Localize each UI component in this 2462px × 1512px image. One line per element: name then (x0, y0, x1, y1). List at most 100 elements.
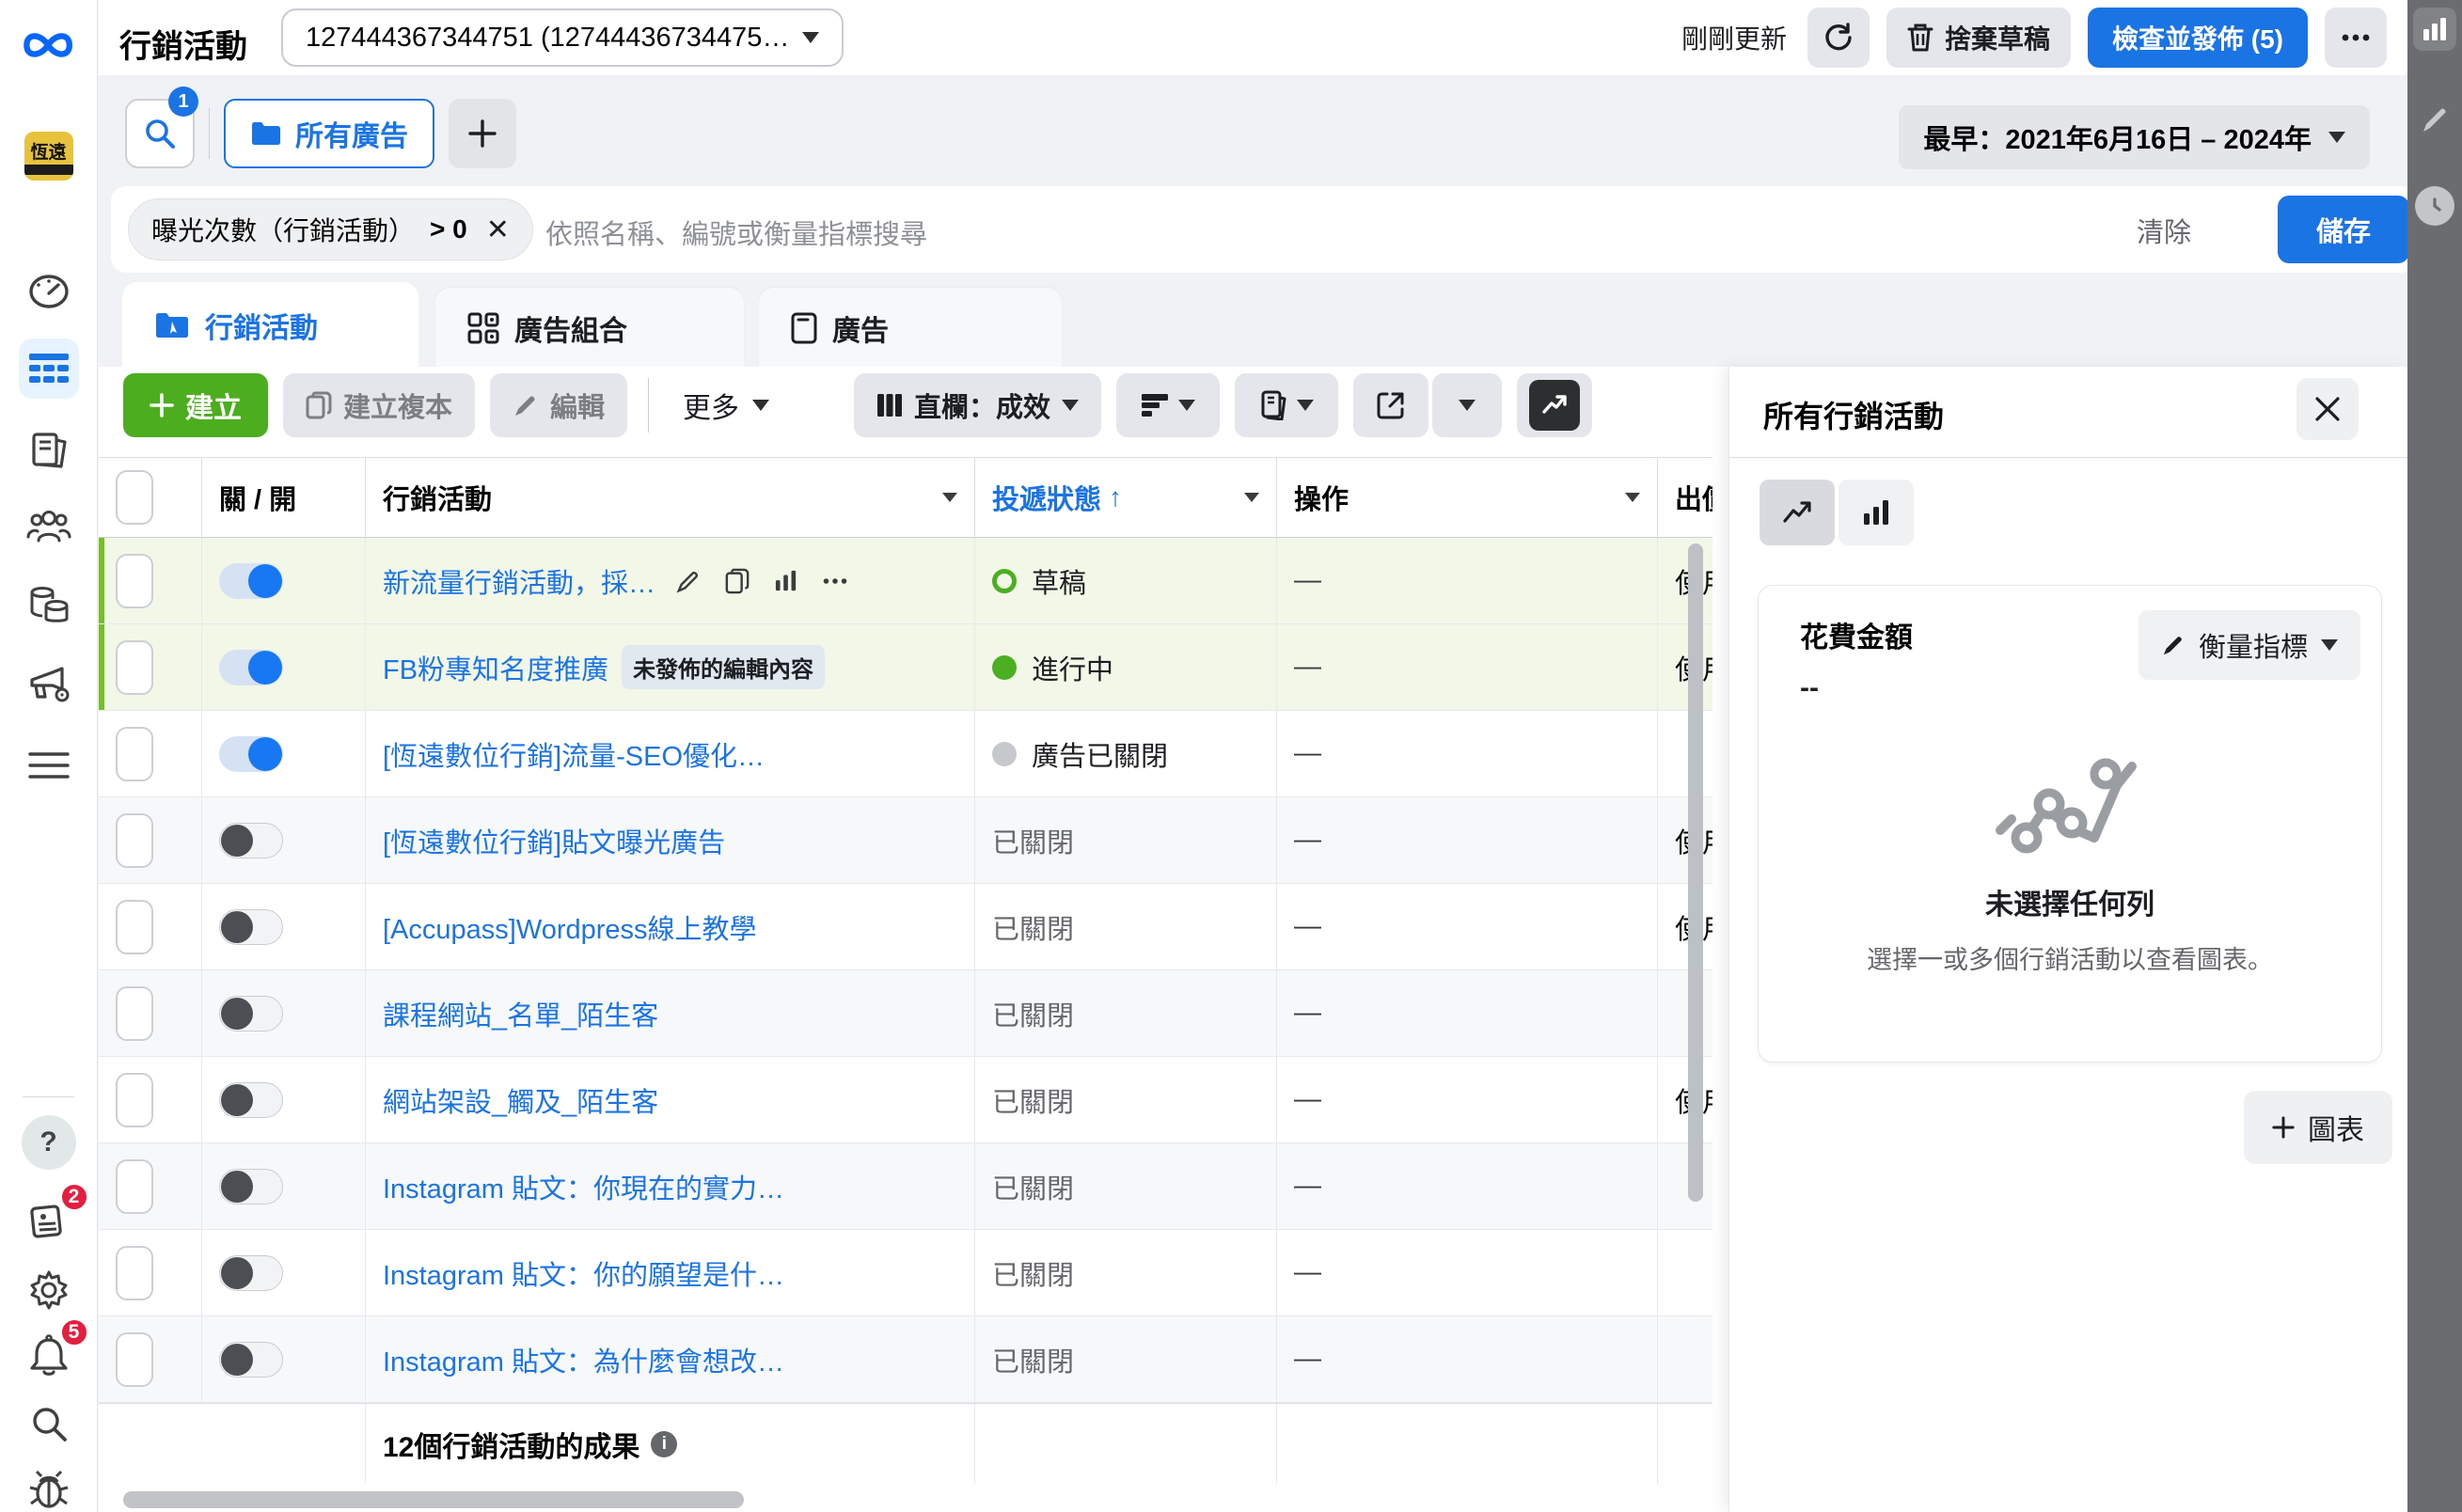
account-avatar[interactable]: 恆遠 (24, 132, 73, 181)
save-filters-button[interactable]: 儲存 (2278, 196, 2409, 263)
tab-adsets[interactable]: 廣告組合 (435, 288, 744, 369)
campaign-toggle[interactable] (219, 563, 283, 599)
history-clock-icon[interactable] (2415, 186, 2454, 226)
meta-logo-icon[interactable] (20, 17, 78, 73)
row-checkbox[interactable] (116, 640, 153, 695)
tab-ads[interactable]: 廣告 (759, 288, 1062, 369)
campaign-row[interactable]: Instagram 貼文：為什麼會想改變自己？改變自… 已關閉 — (99, 1316, 1712, 1403)
edit-pencil-icon[interactable] (2416, 102, 2454, 139)
more-options-button[interactable] (2325, 8, 2387, 68)
all-ads-folder-tab[interactable]: 所有廣告 (224, 99, 434, 168)
discard-draft-button[interactable]: 捨棄草稿 (1886, 8, 2071, 68)
overview-gauge-icon[interactable] (19, 261, 79, 322)
export-options-button[interactable] (1432, 373, 1502, 437)
campaign-name-link[interactable]: FB粉專知名度推廣 (383, 648, 608, 687)
reports-button[interactable] (1235, 373, 1338, 437)
charts-toggle-button[interactable] (1517, 373, 1592, 437)
header-delivery[interactable]: 投遞狀態 (992, 478, 1101, 517)
row-checkbox[interactable] (116, 727, 153, 781)
notifications-bell-icon[interactable]: 5 (19, 1326, 79, 1386)
row-hover-actions[interactable] (676, 568, 847, 594)
select-all-checkbox[interactable] (116, 470, 153, 525)
header-name[interactable]: 行銷活動 (383, 478, 492, 517)
campaign-toggle[interactable] (219, 909, 283, 945)
report-bug-icon[interactable] (19, 1459, 79, 1512)
campaign-name-link[interactable]: 網站架設_觸及_陌生客 (383, 1080, 658, 1120)
campaign-name-link[interactable]: Instagram 貼文：為什麼會想改變自己？改變自… (383, 1340, 787, 1379)
campaign-row[interactable]: 網站架設_觸及_陌生客 已關閉 — 使用 (99, 1057, 1712, 1143)
row-checkbox[interactable] (116, 554, 153, 608)
whats-new-icon[interactable]: 2 (19, 1190, 79, 1251)
tab-campaigns[interactable]: 行銷活動 (122, 282, 418, 369)
chevron-down-icon[interactable] (1244, 493, 1259, 502)
row-checkbox[interactable] (116, 986, 153, 1041)
row-checkbox[interactable] (116, 1073, 153, 1127)
campaign-name-link[interactable]: Instagram 貼文：你現在的實力有可能能夠達到… (383, 1167, 787, 1206)
campaign-name-link[interactable]: [恆遠數位行銷]貼文曝光廣告 (383, 821, 725, 860)
row-checkbox[interactable] (116, 1246, 153, 1300)
info-icon[interactable]: i (651, 1431, 677, 1457)
campaign-toggle[interactable] (219, 823, 283, 858)
table-vertical-scrollbar[interactable] (1688, 543, 1703, 1202)
campaign-row[interactable]: 新流量行銷活動，採… 草稿 — 使用 (99, 538, 1712, 624)
breakdown-button[interactable] (1116, 373, 1220, 437)
campaign-name-link[interactable]: [恆遠數位行銷]流量-SEO優化服務 (383, 734, 787, 774)
row-checkbox[interactable] (116, 1332, 153, 1387)
campaign-row[interactable]: Instagram 貼文：你的願望是什麼？… 已關閉 — (99, 1230, 1712, 1316)
export-button[interactable] (1353, 373, 1428, 437)
add-chart-button[interactable]: 圖表 (2244, 1091, 2392, 1164)
account-selector[interactable]: 127444367344751 (12744436734475… (281, 8, 844, 67)
more-menu-button[interactable]: 更多 (670, 385, 782, 426)
review-publish-button[interactable]: 檢查並發佈 (5) (2088, 8, 2308, 68)
menu-hamburger-icon[interactable] (19, 735, 79, 795)
duplicate-button[interactable]: 建立複本 (283, 373, 475, 437)
campaign-name-link[interactable]: [Accupass]Wordpress線上教學 (383, 907, 757, 947)
billing-coins-icon[interactable] (19, 575, 79, 636)
chevron-down-icon[interactable] (1625, 493, 1640, 502)
campaign-row[interactable]: 課程網站_名單_陌生客 已關閉 — (99, 970, 1712, 1057)
campaign-toggle[interactable] (219, 1082, 283, 1118)
add-tab-button[interactable] (449, 99, 516, 168)
clear-filters-button[interactable]: 清除 (2137, 211, 2191, 250)
create-button[interactable]: 建立 (123, 373, 268, 437)
insights-chart-icon[interactable] (2413, 8, 2456, 51)
campaign-row[interactable]: Instagram 貼文：你現在的實力有可能能夠達到… 已關閉 — (99, 1143, 1712, 1230)
campaigns-table-icon[interactable] (19, 339, 79, 399)
campaign-row[interactable]: [Accupass]Wordpress線上教學 已關閉 — 使用 (99, 884, 1712, 970)
campaign-toggle[interactable] (219, 996, 283, 1032)
help-button[interactable]: ? (22, 1115, 76, 1170)
sidebar-search-icon[interactable] (19, 1394, 79, 1454)
filter-search-input[interactable]: 依照名稱、編號或衡量指標搜尋 (545, 213, 927, 252)
campaign-toggle[interactable] (219, 1169, 283, 1205)
metrics-selector-button[interactable]: 衡量指標 (2138, 610, 2360, 680)
campaign-toggle[interactable] (219, 1342, 283, 1378)
campaign-name-link[interactable]: 新流量行銷活動，採… (383, 561, 655, 601)
campaign-row[interactable]: [恆遠數位行銷]貼文曝光廣告 已關閉 — 使用 (99, 797, 1712, 884)
refresh-button[interactable] (1807, 8, 1870, 68)
campaign-row[interactable]: FB粉專知名度推廣 未發佈的編輯內容 進行中 — 使用 (99, 624, 1712, 711)
remove-filter-icon[interactable]: ✕ (482, 213, 510, 246)
campaign-toggle[interactable] (219, 650, 283, 685)
edit-button[interactable]: 編輯 (490, 373, 627, 437)
campaign-name-link[interactable]: 課程網站_名單_陌生客 (383, 994, 658, 1033)
ads-megaphone-icon[interactable] (19, 654, 79, 715)
settings-gear-icon[interactable] (19, 1260, 79, 1320)
campaign-toggle[interactable] (219, 1255, 283, 1291)
audiences-icon[interactable] (19, 497, 79, 558)
line-chart-view-button[interactable] (1760, 480, 1835, 545)
row-checkbox[interactable] (116, 813, 153, 868)
bar-chart-view-button[interactable] (1839, 480, 1914, 545)
row-checkbox[interactable] (116, 1159, 153, 1214)
date-range-selector[interactable]: 最早：2021年6月16日 – 2024年 (1899, 105, 2370, 169)
close-panel-button[interactable] (2296, 378, 2359, 440)
header-actions[interactable]: 操作 (1294, 478, 1349, 517)
campaign-name-link[interactable]: Instagram 貼文：你的願望是什麼？… (383, 1253, 787, 1293)
row-checkbox[interactable] (116, 900, 153, 954)
campaign-toggle[interactable] (219, 736, 283, 772)
columns-button[interactable]: 直欄：成效 (854, 373, 1101, 437)
horizontal-scrollbar[interactable] (123, 1491, 744, 1508)
chevron-down-icon[interactable] (942, 493, 957, 502)
campaign-row[interactable]: [恆遠數位行銷]流量-SEO優化服務 廣告已關閉 — (99, 711, 1712, 797)
pages-icon[interactable] (19, 419, 79, 480)
filter-chip[interactable]: 曝光次數（行銷活動） > 0 ✕ (128, 198, 533, 260)
